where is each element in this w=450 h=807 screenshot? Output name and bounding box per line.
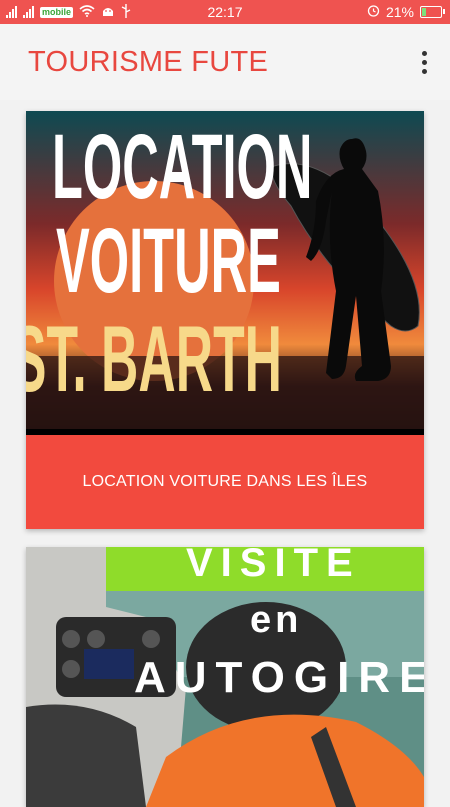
- status-bar: mobile 22:17 21%: [0, 0, 450, 24]
- card-location-voiture[interactable]: LOCATION VOITURE ST. BARTH LOCATION VOIT…: [26, 111, 424, 529]
- app-title: TOURISME FUTE: [28, 46, 269, 78]
- card-visite-autogire[interactable]: VISITE en AUTOGIRE: [26, 547, 424, 807]
- card-image-surfer: LOCATION VOITURE ST. BARTH: [26, 111, 424, 435]
- battery-level: [422, 8, 426, 16]
- image-text-en: en: [250, 599, 303, 641]
- more-vert-icon[interactable]: [412, 48, 436, 76]
- app-bar: TOURISME FUTE: [0, 24, 450, 100]
- battery-percent: 21%: [385, 4, 414, 20]
- battery-icon: [420, 6, 445, 18]
- image-text-visite: VISITE: [186, 547, 361, 585]
- status-right: 21%: [367, 0, 445, 24]
- image-text-location: LOCATION: [52, 116, 313, 218]
- image-text-autogire: AUTOGIRE: [134, 653, 424, 702]
- card-image-autogire: VISITE en AUTOGIRE: [26, 547, 424, 807]
- alarm-icon: [367, 4, 380, 20]
- image-text-voiture: VOITURE: [56, 210, 281, 312]
- card-caption[interactable]: LOCATION VOITURE DANS LES ÎLES: [26, 435, 424, 529]
- image-text-st-barth: ST. BARTH: [26, 306, 282, 411]
